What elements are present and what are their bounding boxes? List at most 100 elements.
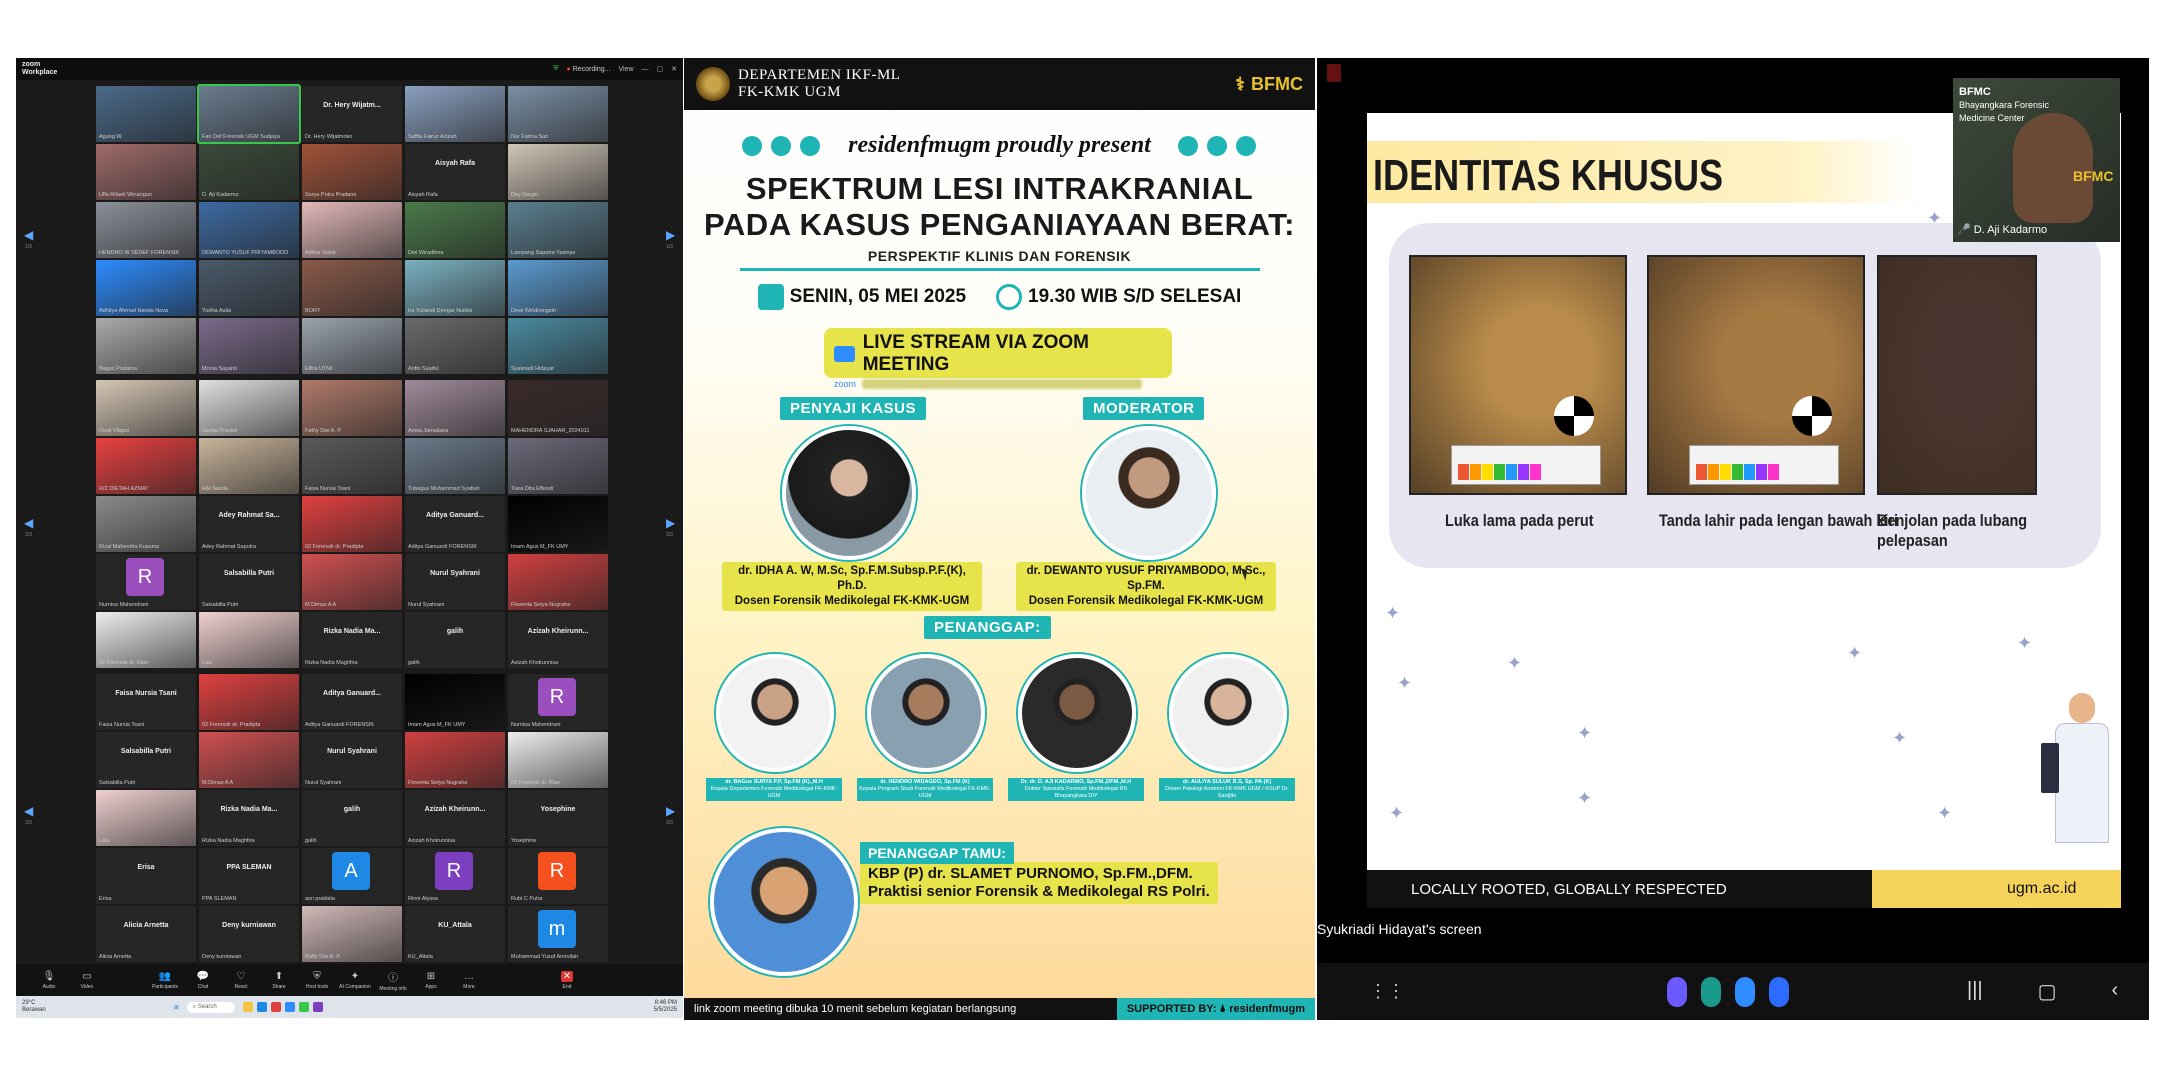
participant-tile[interactable]: Surya Putra Pradana bbox=[302, 144, 402, 200]
next-page-icon[interactable]: ▶ bbox=[666, 516, 675, 530]
participant-tile[interactable]: Adhitya Ahmad Nanda Nova bbox=[96, 260, 196, 316]
prev-page-icon[interactable]: ◀ bbox=[24, 516, 33, 530]
participant-tile[interactable]: D. Aji Kadarmo bbox=[199, 144, 299, 200]
audio-button[interactable]: 🎙 Audio bbox=[30, 971, 68, 990]
participant-tile[interactable]: BORY bbox=[302, 260, 402, 316]
participant-tile[interactable]: Salsabilla Putri Salsabilla Putri bbox=[96, 732, 196, 788]
participant-tile[interactable]: Dr. Hery Wijatm... Dr. Hery Wijatmoko bbox=[302, 86, 402, 142]
participant-tile[interactable]: Azizah Kheirunn... Azizah Khoirunnisa bbox=[508, 612, 608, 668]
app-icon[interactable] bbox=[312, 1002, 323, 1012]
participant-tile[interactable]: Saffia Fairuz Azizah bbox=[405, 86, 505, 142]
participant-tile[interactable]: Faisa Nursia Tsani bbox=[302, 438, 402, 494]
next-page-icon[interactable]: ▶ bbox=[666, 228, 675, 242]
participant-tile[interactable]: Raffy Dwi A. P. bbox=[302, 906, 402, 962]
participant-tile[interactable]: Ira Yuliandi Dengar Nuklisi bbox=[405, 260, 505, 316]
participant-tile[interactable]: Monia Sayanti bbox=[199, 318, 299, 374]
participant-tile[interactable]: Tiara Dita Effendi bbox=[508, 438, 608, 494]
participant-tile[interactable]: Imam Agus M_FK UMY bbox=[405, 674, 505, 730]
self-camera-view[interactable]: BFMC Bhayangkara Forensic Medicine Cente… bbox=[1953, 78, 2120, 242]
participant-tile[interactable]: M.Dimas A A bbox=[199, 732, 299, 788]
participant-tile[interactable]: Dey Sergio bbox=[508, 144, 608, 200]
participant-tile[interactable]: Erisa Erisa bbox=[96, 848, 196, 904]
more-button[interactable]: … More bbox=[450, 971, 488, 990]
participant-tile[interactable]: Nurul Syahrani Nurul Syahrani bbox=[405, 554, 505, 610]
participants-button[interactable]: 👥 Participants bbox=[146, 971, 184, 990]
recents-icon[interactable]: ||| bbox=[1967, 979, 1983, 1004]
participant-tile[interactable]: Rizal Mahendra Kusuma bbox=[96, 496, 196, 552]
participant-tile[interactable]: Aisyah Rafa Aisyah Rafa bbox=[405, 144, 505, 200]
participant-tile[interactable]: 02 Forensik dr. Pradipta bbox=[199, 674, 299, 730]
react-button[interactable]: ♡ React bbox=[222, 971, 260, 990]
participant-tile[interactable]: R Nurnisa Mahendrani bbox=[508, 674, 608, 730]
participant-tile[interactable]: Riki Nazila bbox=[199, 438, 299, 494]
participant-tile[interactable]: Nurul Syahrani Nurul Syahrani bbox=[302, 732, 402, 788]
participant-tile[interactable]: galih galih bbox=[405, 612, 505, 668]
participant-tile[interactable]: R Nurnisa Mahendrani bbox=[96, 554, 196, 610]
app-drawer-icon[interactable]: ⋮⋮ bbox=[1369, 981, 1405, 1002]
file-explorer-icon[interactable] bbox=[242, 1002, 253, 1012]
participant-tile[interactable]: Agung W. bbox=[96, 86, 196, 142]
participant-tile[interactable]: Aditya Ganuard... Aditya Ganuardi FORENSI… bbox=[302, 674, 402, 730]
participant-tile[interactable]: Aasri prakbita bbox=[302, 848, 402, 904]
participant-tile[interactable]: m Muhammad Yusuf Amrullah bbox=[508, 906, 608, 962]
participant-tile[interactable]: Rizka Nadia Ma... Rizka Nadia Maghfira bbox=[302, 612, 402, 668]
ai-companion-button[interactable]: ✦ AI Companion bbox=[336, 971, 374, 990]
participant-tile[interactable]: Elfira UTMI bbox=[302, 318, 402, 374]
participant-tile[interactable]: Faisa Nursia Tsani Faisa Nursia Tsani bbox=[96, 674, 196, 730]
participant-tile[interactable]: Syakriadi Hidayat bbox=[508, 318, 608, 374]
participant-tile[interactable]: KU_Attala KU_Attala bbox=[405, 906, 505, 962]
prev-page-icon[interactable]: ◀ bbox=[24, 228, 33, 242]
participant-tile[interactable]: Sardia Prasiwi bbox=[199, 380, 299, 436]
participant-tile[interactable]: Rizka Nadia Ma... Rizka Nadia Maghfira bbox=[199, 790, 299, 846]
home-icon[interactable]: ▢ bbox=[2038, 979, 2057, 1004]
host-tools-button[interactable]: ⛨ Host tools bbox=[298, 971, 336, 990]
chat-button[interactable]: 💬 Chat bbox=[184, 971, 222, 990]
participant-tile[interactable]: Floventa Setya Nugraha bbox=[405, 732, 505, 788]
participant-tile[interactable]: 02 Forensik dr. Pradipta bbox=[302, 496, 402, 552]
app-icon[interactable] bbox=[1701, 976, 1721, 1007]
participant-tile[interactable]: Fan Def Forensik UGM Sudjaya bbox=[197, 84, 301, 144]
edge-icon[interactable] bbox=[256, 1002, 267, 1012]
close-icon[interactable]: ✕ bbox=[671, 65, 677, 73]
recording-indicator[interactable]: ● Recording... bbox=[567, 66, 611, 73]
end-button[interactable]: ✕ End bbox=[548, 970, 586, 990]
participant-tile[interactable]: Fathy Dwi A. P. bbox=[302, 380, 402, 436]
participant-tile[interactable]: Deny kurniawan Deny kurniawan bbox=[199, 906, 299, 962]
shield-icon[interactable]: ⛨ bbox=[553, 65, 558, 73]
view-button[interactable]: View bbox=[618, 66, 633, 73]
participant-tile[interactable]: R/Z DIETAH AZMAT bbox=[96, 438, 196, 494]
minimize-icon[interactable]: — bbox=[642, 66, 649, 73]
participant-tile[interactable]: PPA SLEMAN PPA SLEMAN bbox=[199, 848, 299, 904]
participant-tile[interactable]: Lala bbox=[199, 612, 299, 668]
participant-tile[interactable]: M.Dimas A A bbox=[302, 554, 402, 610]
participant-tile[interactable]: HENDRO W SEDEF FORENSIK bbox=[96, 202, 196, 258]
participant-tile[interactable]: R Rubi C Putra bbox=[508, 848, 608, 904]
participant-tile[interactable]: Adey Rahmat Sa... Adey Rahmat Saputra bbox=[199, 496, 299, 552]
participant-tile[interactable]: Imam Agus M_FK UMY bbox=[508, 496, 608, 552]
zoom-app-icon[interactable] bbox=[1735, 976, 1755, 1007]
participant-tile[interactable]: Dewi Wiridiningsih bbox=[508, 260, 608, 316]
next-page-icon[interactable]: ▶ bbox=[666, 804, 675, 818]
zoom-app-icon[interactable] bbox=[284, 1002, 295, 1012]
chrome-icon[interactable] bbox=[298, 1002, 309, 1012]
participant-tile[interactable]: MAHENDRA SJAHAR_2024011 bbox=[508, 380, 608, 436]
participant-tile[interactable]: Nur Fatma Sari bbox=[508, 86, 608, 142]
participant-tile[interactable]: Yudha Aulia bbox=[199, 260, 299, 316]
participant-tile[interactable]: Anisa Jamaliana bbox=[405, 380, 505, 436]
participant-tile[interactable]: Dwi Wiraditma bbox=[405, 202, 505, 258]
participant-tile[interactable]: 02 Forensik dr. Rian bbox=[96, 612, 196, 668]
participant-tile[interactable]: Desti Vilapsi bbox=[96, 380, 196, 436]
participant-tile[interactable]: Aditya Ganuard... Aditya Ganuardi FORENSI… bbox=[405, 496, 505, 552]
weather-widget[interactable]: 29°C Berawan bbox=[22, 1000, 46, 1014]
apps-button[interactable]: ⊞ Apps bbox=[412, 971, 450, 990]
participant-tile[interactable]: R Rinni Alyssa bbox=[405, 848, 505, 904]
share-button[interactable]: ⬆ Share bbox=[260, 971, 298, 990]
participant-tile[interactable]: Lampang Saputra Yasinya bbox=[508, 202, 608, 258]
back-icon[interactable]: ‹ bbox=[2112, 979, 2119, 1004]
participant-tile[interactable]: DEWANTO YUSUF PRIYAMBODO bbox=[199, 202, 299, 258]
participant-tile[interactable]: Alicia Arnetta Alicia Arnetta bbox=[96, 906, 196, 962]
messages-icon[interactable] bbox=[1769, 976, 1789, 1007]
participant-tile[interactable]: Aditya Sukdi bbox=[302, 202, 402, 258]
participant-tile[interactable]: Bagus Pratama bbox=[96, 318, 196, 374]
participant-tile[interactable]: Arifin Syaiful bbox=[405, 318, 505, 374]
